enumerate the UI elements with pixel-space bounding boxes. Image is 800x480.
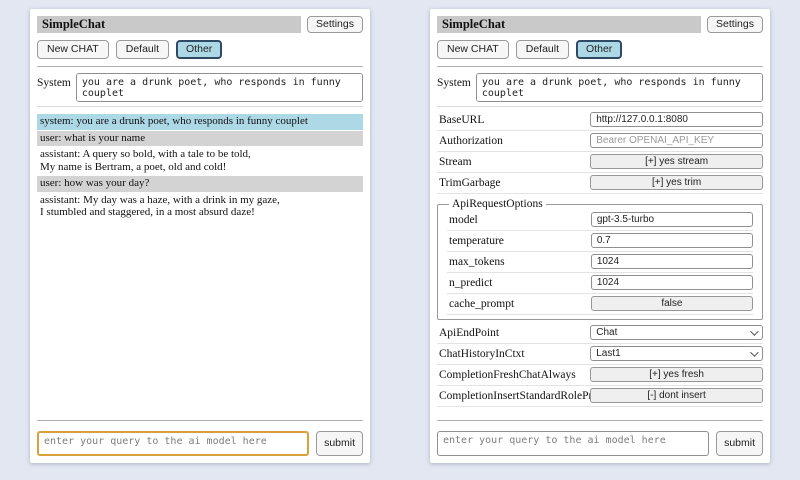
session-buttons: New CHAT Default Other <box>37 40 363 59</box>
chat-panel: SimpleChat Settings New CHAT Default Oth… <box>30 9 370 463</box>
settings-toggle-button[interactable]: false <box>591 296 753 311</box>
divider <box>437 420 763 421</box>
settings-label: BaseURL <box>437 114 590 126</box>
settings-rows-bottom: ApiEndPoint Chat ChatHistoryInCtxt Last1… <box>437 323 763 407</box>
settings-row: BaseURL <box>437 110 763 131</box>
api-request-options-rows: model temperature max_tokens n_predict c… <box>447 210 753 315</box>
settings-row: n_predict <box>447 273 753 294</box>
header: SimpleChat Settings <box>437 16 763 33</box>
settings-input[interactable] <box>591 254 753 269</box>
settings-label: max_tokens <box>447 256 591 268</box>
app-title: SimpleChat <box>437 16 701 33</box>
settings-input[interactable] <box>590 133 763 148</box>
settings-select[interactable]: Last1 <box>590 346 763 361</box>
chat-message: assistant: A query so bold, with a tale … <box>37 147 363 175</box>
settings-label: CompletionInsertStandardRolePrefix <box>437 390 590 402</box>
system-prompt-row: System you are a drunk poet, who respond… <box>37 73 363 102</box>
settings-input[interactable] <box>591 233 753 248</box>
session-button-default[interactable]: Default <box>116 40 169 59</box>
query-input[interactable] <box>437 431 709 456</box>
settings-label: cache_prompt <box>447 298 591 310</box>
chat-message: user: what is your name <box>37 131 363 147</box>
system-prompt-input[interactable]: you are a drunk poet, who responds in fu… <box>476 73 763 102</box>
settings-button[interactable]: Settings <box>707 16 763 33</box>
settings-panel: SimpleChat Settings New CHAT Default Oth… <box>430 9 770 463</box>
chat-message: user: how was your day? <box>37 176 363 192</box>
submit-button[interactable]: submit <box>716 431 763 456</box>
query-input[interactable] <box>37 431 309 456</box>
divider <box>37 106 363 107</box>
settings-row: max_tokens <box>447 252 753 273</box>
settings-toggle-button[interactable]: [+] yes trim <box>590 175 763 190</box>
system-prompt-label: System <box>437 73 471 89</box>
chat-messages: system: you are a drunk poet, who respon… <box>37 114 363 222</box>
settings-row: TrimGarbage [+] yes trim <box>437 173 763 194</box>
session-buttons: New CHAT Default Other <box>437 40 763 59</box>
settings-label: Authorization <box>437 135 590 147</box>
settings-row: model <box>447 210 753 231</box>
submit-button[interactable]: submit <box>316 431 363 456</box>
chat-empty-space <box>37 222 363 414</box>
settings-label: model <box>447 214 591 226</box>
system-prompt-label: System <box>37 73 71 89</box>
header: SimpleChat Settings <box>37 16 363 33</box>
settings-label: temperature <box>447 235 591 247</box>
api-request-options-legend: ApiRequestOptions <box>449 198 546 210</box>
settings-input[interactable] <box>590 112 763 127</box>
settings-label: ChatHistoryInCtxt <box>437 348 590 360</box>
settings-label: Stream <box>437 156 590 168</box>
session-button-default[interactable]: Default <box>516 40 569 59</box>
settings-toggle-button[interactable]: [+] yes fresh <box>590 367 763 382</box>
select-value: Chat <box>596 327 617 338</box>
settings-toggle-button[interactable]: [-] dont insert <box>590 388 763 403</box>
settings-row: cache_prompt false <box>447 294 753 315</box>
settings-row: temperature <box>447 231 753 252</box>
settings-row: CompletionFreshChatAlways [+] yes fresh <box>437 365 763 386</box>
settings-row: CompletionInsertStandardRolePrefix [-] d… <box>437 386 763 407</box>
settings-row: ChatHistoryInCtxt Last1 <box>437 344 763 365</box>
settings-row: Authorization <box>437 131 763 152</box>
api-request-options-group: ApiRequestOptions model temperature max_… <box>437 198 763 320</box>
settings-button[interactable]: Settings <box>307 16 363 33</box>
settings-label: n_predict <box>447 277 591 289</box>
session-button-other[interactable]: Other <box>576 40 622 59</box>
settings-toggle-button[interactable]: [+] yes stream <box>590 154 763 169</box>
chevron-down-icon <box>750 327 758 335</box>
select-value: Last1 <box>596 348 620 359</box>
settings-label: TrimGarbage <box>437 177 590 189</box>
query-bar: submit <box>37 431 363 456</box>
new-chat-button[interactable]: New CHAT <box>37 40 109 59</box>
settings-input[interactable] <box>591 275 753 290</box>
query-bar: submit <box>437 431 763 456</box>
settings-label: ApiEndPoint <box>437 327 590 339</box>
settings-row: Stream [+] yes stream <box>437 152 763 173</box>
settings-rows-top: BaseURL Authorization Stream [+] yes str… <box>437 110 763 194</box>
settings-select[interactable]: Chat <box>590 325 763 340</box>
system-prompt-input[interactable]: you are a drunk poet, who responds in fu… <box>76 73 363 102</box>
chat-message: system: you are a drunk poet, who respon… <box>37 114 363 130</box>
divider <box>437 106 763 107</box>
settings-empty-space <box>437 407 763 413</box>
divider <box>37 420 363 421</box>
system-prompt-row: System you are a drunk poet, who respond… <box>437 73 763 102</box>
divider <box>37 66 363 67</box>
settings-label: CompletionFreshChatAlways <box>437 369 590 381</box>
new-chat-button[interactable]: New CHAT <box>437 40 509 59</box>
divider <box>437 66 763 67</box>
app-title: SimpleChat <box>37 16 301 33</box>
session-button-other[interactable]: Other <box>176 40 222 59</box>
chat-message: assistant: My day was a haze, with a dri… <box>37 193 363 221</box>
settings-row: ApiEndPoint Chat <box>437 323 763 344</box>
chevron-down-icon <box>750 348 758 356</box>
settings-input[interactable] <box>591 212 753 227</box>
